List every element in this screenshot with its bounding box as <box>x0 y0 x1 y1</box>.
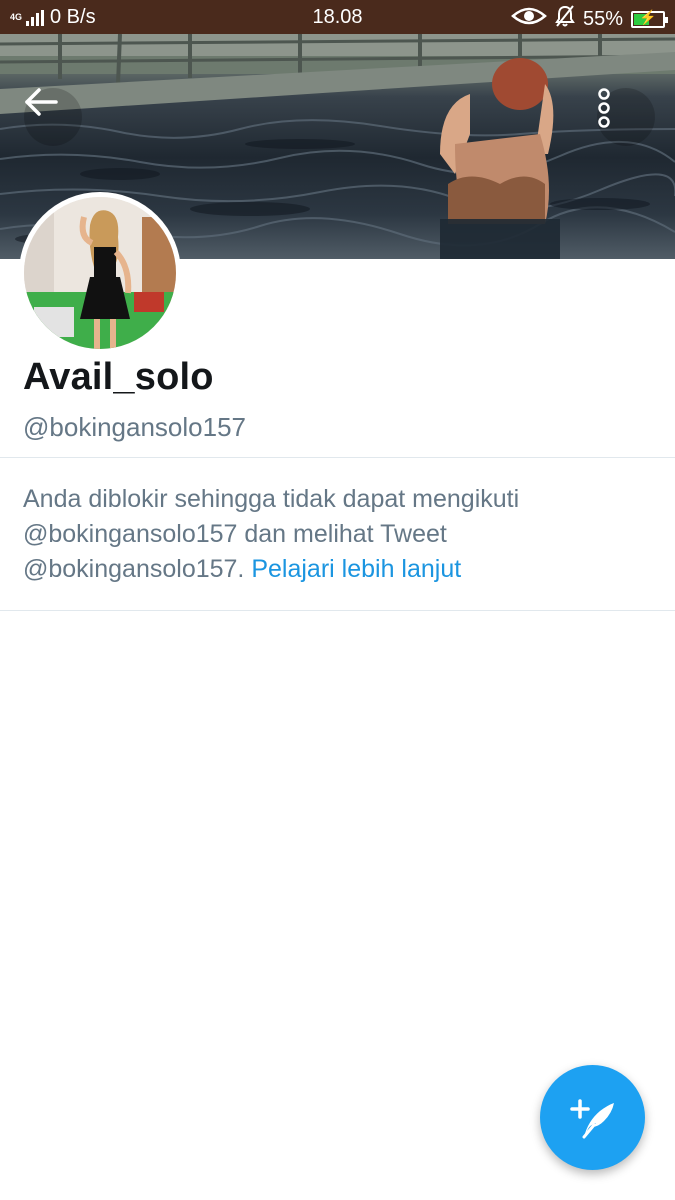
battery-percent: 55% <box>582 7 623 30</box>
arrow-left-icon <box>25 88 58 116</box>
status-right: 55% ⚡ <box>511 5 668 33</box>
status-bar: 4G 0 B/s 18.08 55% ⚡ <box>0 0 675 34</box>
profile-avatar[interactable] <box>19 192 181 354</box>
profile-display-name: Avail_solo <box>23 356 214 398</box>
profile-handle: @bokingansolo157 <box>23 412 247 442</box>
divider <box>0 457 675 458</box>
divider <box>0 610 675 611</box>
avatar-photo <box>24 197 176 349</box>
compose-tweet-icon <box>569 1098 614 1138</box>
more-vertical-icon <box>598 88 610 128</box>
bell-muted-icon <box>555 5 575 33</box>
more-options-button[interactable] <box>597 88 655 146</box>
blocked-notice: Anda diblokir sehingga tidak dapat mengi… <box>23 482 663 587</box>
back-button[interactable] <box>24 88 82 146</box>
eye-icon <box>511 6 547 32</box>
battery-charging-icon: ⚡ <box>631 9 668 28</box>
learn-more-link[interactable]: Pelajari lebih lanjut <box>251 555 461 583</box>
compose-tweet-button[interactable] <box>540 1065 645 1170</box>
